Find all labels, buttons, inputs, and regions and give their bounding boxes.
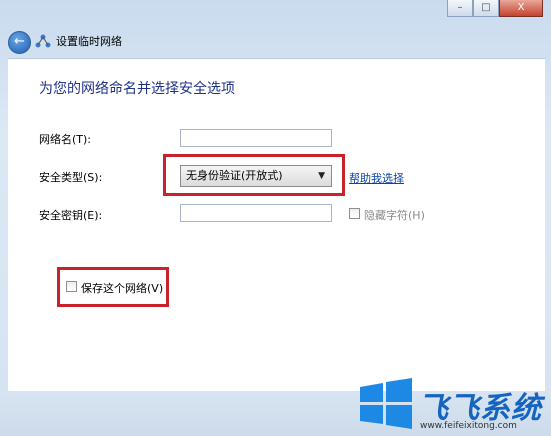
window-title: 设置临时网络 — [56, 35, 122, 48]
security-key-label: 安全密钥(E): — [39, 209, 103, 222]
hide-chars-label: 隐藏字符(H) — [364, 209, 425, 222]
close-button[interactable]: X — [499, 0, 543, 17]
network-icon — [35, 34, 51, 48]
watermark: 飞飞系统 www.feifeixitong.com — [356, 377, 551, 436]
security-type-select[interactable]: 无身份验证(开放式) ▼ — [180, 165, 332, 187]
minimize-button[interactable]: – — [447, 0, 473, 17]
window-controls: – □ X — [447, 0, 543, 18]
back-arrow-icon[interactable]: ← — [8, 31, 31, 54]
chevron-down-icon: ▼ — [318, 171, 325, 181]
watermark-url: www.feifeixitong.com — [420, 421, 517, 431]
main-content: 为您的网络命名并选择安全选项 网络名(T): 安全类型(S): 无身份验证(开放… — [8, 58, 545, 392]
page-heading: 为您的网络命名并选择安全选项 — [39, 81, 235, 97]
hide-chars-checkbox[interactable] — [349, 208, 360, 219]
dialog-window: – □ X ← 设置临时网络 为您的网络命名并选择安全选项 网络名(T): 安全… — [0, 0, 551, 436]
network-name-input[interactable] — [180, 129, 332, 147]
help-choose-link[interactable]: 帮助我选择 — [349, 170, 404, 186]
windows-logo-icon — [360, 378, 412, 429]
network-name-label: 网络名(T): — [39, 133, 92, 146]
save-network-label: 保存这个网络(V) — [81, 282, 164, 295]
maximize-button[interactable]: □ — [473, 0, 499, 17]
security-key-input[interactable] — [180, 204, 332, 222]
security-type-value: 无身份验证(开放式) — [186, 169, 283, 182]
save-network-checkbox[interactable] — [66, 281, 77, 292]
title-bar: – □ X ← 设置临时网络 — [0, 0, 551, 56]
security-type-label: 安全类型(S): — [39, 171, 103, 184]
